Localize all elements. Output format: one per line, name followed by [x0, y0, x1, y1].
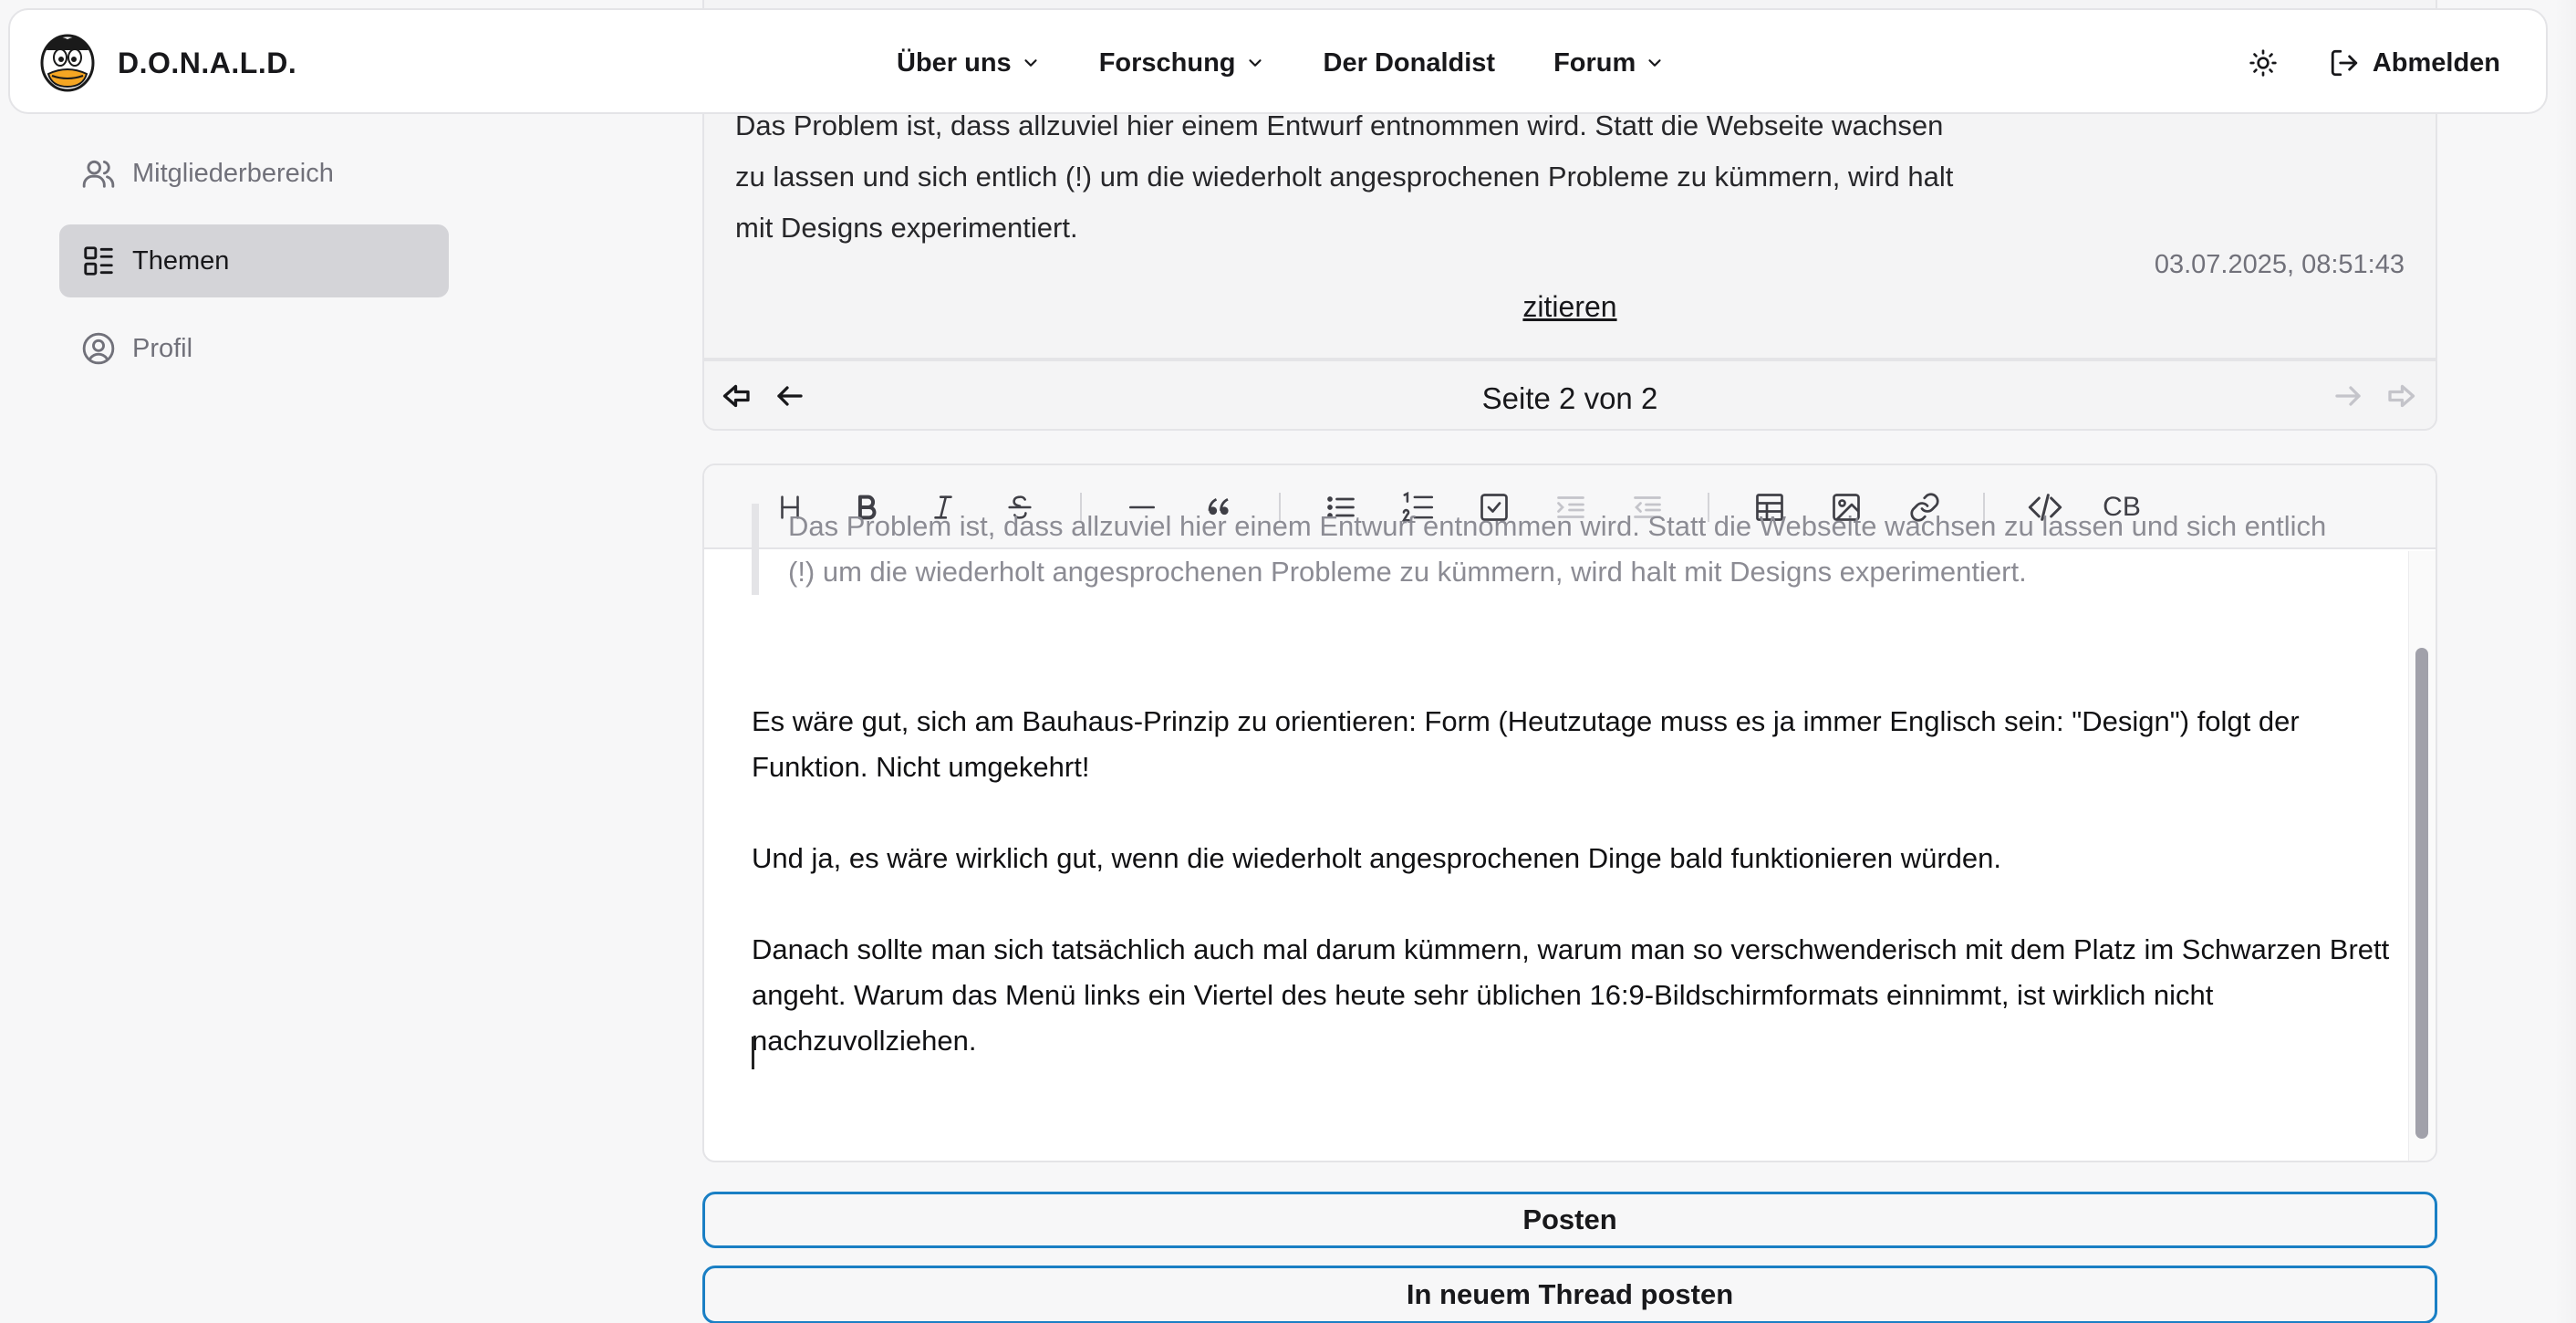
- last-page-button[interactable]: [2384, 380, 2417, 417]
- sidebar-item-label: Themen: [132, 245, 230, 276]
- page-edge: [2554, 0, 2576, 1323]
- editor-paragraph[interactable]: Und ja, es wäre wirklich gut, wenn die w…: [752, 836, 2394, 881]
- nav-item-ueber-uns[interactable]: Über uns: [897, 48, 1041, 78]
- nav-item-der-donaldist[interactable]: Der Donaldist: [1324, 48, 1496, 78]
- text-cursor: [752, 1037, 754, 1069]
- quote-link[interactable]: zitieren: [704, 290, 2436, 324]
- sidebar-item-label: Mitgliederbereich: [132, 158, 334, 188]
- users-icon: [82, 160, 115, 188]
- pagination: Seite 2 von 2: [702, 359, 2437, 431]
- duck-logo-icon: [40, 34, 95, 92]
- last-page-icon: [2388, 384, 2415, 408]
- logout-button[interactable]: Abmelden: [2329, 47, 2500, 78]
- sidebar-item-profil[interactable]: Profil: [59, 312, 449, 385]
- chevron-down-icon: [1024, 59, 1037, 67]
- post-new-thread-button[interactable]: In neuem Thread posten: [702, 1266, 2437, 1323]
- sidebar-item-mitgliederbereich[interactable]: Mitgliederbereich: [59, 137, 449, 210]
- post-timestamp: 03.07.2025, 08:51:43: [2154, 250, 2405, 279]
- logout-icon: [2331, 49, 2357, 77]
- chevron-down-icon: [1648, 59, 1661, 67]
- nav-item-label: Forum: [1553, 47, 1636, 78]
- nav-item-label: Forschung: [1098, 47, 1236, 78]
- sidebar-item-themen[interactable]: Themen: [59, 224, 449, 297]
- nav-item-forschung[interactable]: Forschung: [1099, 48, 1265, 78]
- main-nav: Über uns Forschung Der Donaldist Forum: [897, 10, 1723, 116]
- post-button[interactable]: Posten: [702, 1192, 2437, 1248]
- arrow-right-icon: [2335, 386, 2361, 406]
- nav-item-label: Über uns: [897, 47, 1012, 78]
- quoted-text: Das Problem ist, dass allzuviel hier ein…: [752, 504, 2339, 595]
- sidebar-item-label: Profil: [132, 333, 193, 363]
- nav-right: Abmelden: [2245, 10, 2500, 116]
- editor-paragraph[interactable]: Es wäre gut, sich am Bauhaus-Prinzip zu …: [752, 699, 2394, 790]
- sun-icon: [2249, 49, 2277, 77]
- chevron-down-icon: [1248, 59, 1262, 67]
- sidebar: Mitgliederbereich Themen Profil: [59, 137, 449, 400]
- editor-paragraph[interactable]: Danach sollte man sich tatsächlich auch …: [752, 927, 2394, 1064]
- next-page-button[interactable]: [2332, 380, 2364, 417]
- nav-item-forum[interactable]: Forum: [1553, 48, 1665, 78]
- post-text: Das Problem ist, dass allzuviel hier ein…: [735, 109, 1954, 244]
- nav-item-label: Der Donaldist: [1323, 47, 1496, 78]
- theme-toggle-button[interactable]: [2245, 45, 2281, 81]
- user-circle-icon: [82, 332, 115, 365]
- page-indicator: Seite 2 von 2: [1481, 381, 1658, 415]
- list-icon: [84, 246, 113, 276]
- top-navbar: D.O.N.A.L.D. Über uns Forschung Der Dona…: [8, 8, 2548, 114]
- post-editor: CB Das Problem ist, dass allzuviel hier …: [702, 464, 2437, 1162]
- editor-scrollbar[interactable]: [2415, 648, 2428, 1139]
- brand[interactable]: D.O.N.A.L.D.: [37, 30, 296, 96]
- brand-name: D.O.N.A.L.D.: [118, 46, 297, 79]
- logout-label: Abmelden: [2372, 47, 2500, 78]
